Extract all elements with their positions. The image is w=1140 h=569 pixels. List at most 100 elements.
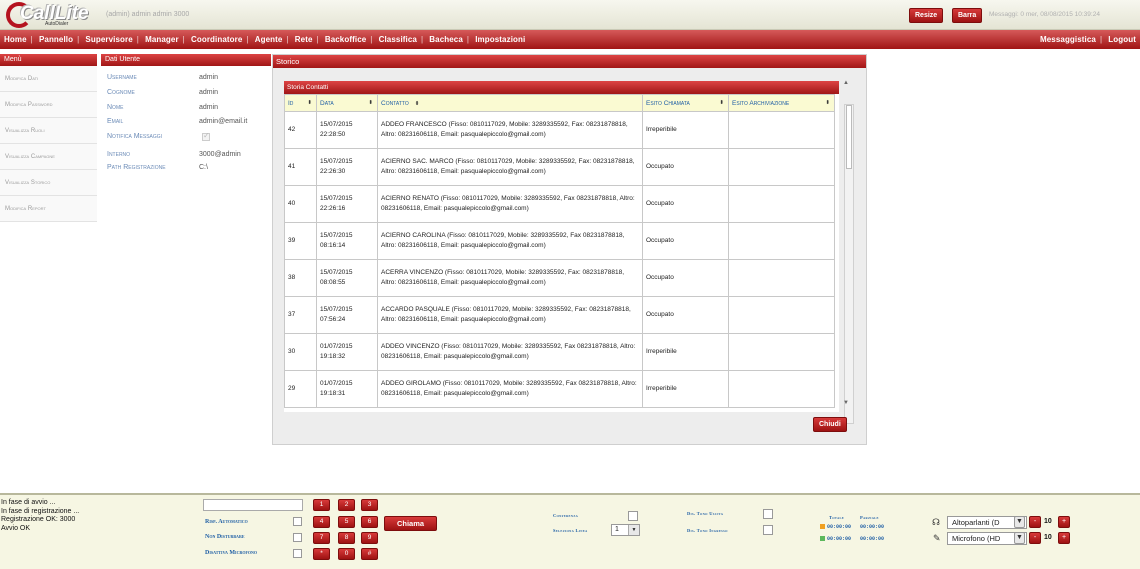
key-7[interactable]: 7 (313, 532, 330, 544)
scroll-down-icon[interactable]: ▼ (843, 400, 849, 406)
disattiva-microfono-checkbox[interactable] (293, 549, 302, 558)
speaker-volume: 10 (1044, 518, 1052, 525)
menu-item-visualizza-storico[interactable]: Visualizza Storico (0, 170, 97, 196)
username-label: Username (107, 74, 137, 81)
nav-bacheca[interactable]: Bacheca (429, 35, 463, 44)
scrollbar-thumb[interactable] (846, 105, 852, 169)
seleziona-linea-label: Seleziona Linea (553, 528, 588, 533)
table-row[interactable]: 30 01/07/2015 19:18:32 ADDEO VINCENZO (Fiss… (284, 333, 835, 371)
speaker-volume-up-button[interactable]: + (1058, 516, 1070, 528)
key-9[interactable]: 9 (361, 532, 378, 544)
notifica-checkbox: ✓ (202, 131, 210, 141)
nav-agente[interactable]: Agente (255, 35, 283, 44)
chiudi-button[interactable]: Chiudi (813, 417, 847, 432)
nav-classifica[interactable]: Classifica (379, 35, 417, 44)
nav-coordinatore[interactable]: Coordinatore (191, 35, 242, 44)
dial-number-input[interactable] (203, 499, 303, 511)
line1-status-icon (820, 524, 825, 529)
conferenza-label: Conferenza (553, 513, 579, 518)
col-esito-archiviazione[interactable]: Esito Archiviazione ⬍ (728, 94, 835, 112)
dis-tono-ingresso-label: Dis. Tono Ingresso (687, 528, 728, 533)
key-hash[interactable]: # (361, 548, 378, 560)
top-bar: CallLite AutoDialer (admin) admin admin … (0, 0, 1140, 30)
nav-logout[interactable]: Logout (1108, 35, 1136, 44)
key-0[interactable]: 0 (338, 548, 355, 560)
line2-status-icon (820, 536, 825, 541)
email-label: Email (107, 118, 124, 125)
interno-label: Interno (107, 151, 131, 158)
risp-automatico-label: Risp. Automatico (205, 519, 248, 525)
key-2[interactable]: 2 (338, 499, 355, 511)
headphones-icon: ☊ (932, 517, 940, 527)
sort-icon: ⬍ (307, 99, 312, 106)
email-value: admin@email.it (199, 118, 248, 125)
key-1[interactable]: 1 (313, 499, 330, 511)
line1-parziale: 00:00:00 (860, 524, 885, 530)
menu-item-visualizza-ruoli[interactable]: Visualizza Ruoli (0, 118, 97, 144)
table-row[interactable]: 37 15/07/2015 07:56:24 ACCARDO PASQUALE (Fi… (284, 296, 835, 334)
menu-title: Menù (0, 54, 97, 66)
user-panel-title: Dati Utente (101, 54, 271, 66)
chevron-down-icon: ▼ (628, 525, 639, 535)
contacts-table-container: Id ⬍ Data ⬍ Contatto ⬍ Esito Chiamata ⬍ Esit… (284, 94, 839, 412)
table-row[interactable]: 41 15/07/2015 22:26:30 ACIERNO SAC. MARCO (… (284, 148, 835, 186)
col-data[interactable]: Data ⬍ (316, 94, 378, 112)
key-star[interactable]: * (313, 548, 330, 560)
nav-supervisore[interactable]: Supervisore (85, 35, 132, 44)
col-contatto[interactable]: Contatto ⬍ (377, 94, 643, 112)
conferenza-checkbox[interactable] (628, 511, 638, 521)
non-disturbare-label: Non Disturbare (205, 534, 245, 540)
nav-backoffice[interactable]: Backoffice (325, 35, 366, 44)
nome-value: admin (199, 104, 219, 111)
table-row[interactable]: 38 15/07/2015 08:08:55 ACERRA VINCENZO (Fis… (284, 259, 835, 297)
key-6[interactable]: 6 (361, 516, 378, 528)
mic-volume-down-button[interactable]: - (1029, 532, 1041, 544)
menu-item-modifica-dati[interactable]: Modifica Dati (0, 66, 97, 92)
notifica-label: Notifica Messaggi (107, 133, 163, 140)
table-scrollbar[interactable] (844, 104, 854, 424)
table-row[interactable]: 29 01/07/2015 19:18:31 ADDEO GIROLAMO (Fiss… (284, 370, 835, 408)
chevron-down-icon[interactable]: ▼ (1014, 516, 1025, 528)
mic-volume-up-button[interactable]: + (1058, 532, 1070, 544)
col-id[interactable]: Id ⬍ (284, 94, 317, 112)
dis-tono-uscita-checkbox[interactable] (763, 509, 773, 519)
menu-item-modifica-password[interactable]: Modifica Password (0, 92, 97, 118)
status-log: In fase di avvio ... In fase di registra… (1, 499, 80, 532)
nav-manager[interactable]: Manager (145, 35, 179, 44)
key-4[interactable]: 4 (313, 516, 330, 528)
non-disturbare-checkbox[interactable] (293, 533, 302, 542)
main-nav: Home | Pannello | Supervisore | Manager | Co… (0, 30, 1140, 49)
key-3[interactable]: 3 (361, 499, 378, 511)
nav-impostazioni[interactable]: Impostazioni (475, 35, 525, 44)
disattiva-microfono-label: Disattiva Microfono (205, 550, 258, 556)
softphone-bar: In fase di avvio ... In fase di registra… (0, 493, 1140, 569)
table-row[interactable]: 42 15/07/2015 22:28:50 ADDEO FRANCESCO (Fis… (284, 111, 835, 149)
col-esito-chiamata[interactable]: Esito Chiamata ⬍ (642, 94, 729, 112)
nav-rete[interactable]: Rete (295, 35, 313, 44)
menu-item-modifica-report[interactable]: Modifica Report (0, 196, 97, 222)
scroll-up-icon[interactable]: ▲ (843, 80, 849, 86)
parziale-label: Parziale (860, 515, 879, 520)
username-value: admin (199, 74, 219, 81)
microphone-icon: ✎ (933, 533, 941, 543)
path-label: Path Registrazione (107, 164, 166, 171)
speaker-volume-down-button[interactable]: - (1029, 516, 1041, 528)
barra-button[interactable]: Barra (952, 8, 983, 23)
key-5[interactable]: 5 (338, 516, 355, 528)
resize-button[interactable]: Resize (909, 8, 944, 23)
table-row[interactable]: 39 15/07/2015 08:16:14 ACIERNO CAROLINA (Fi… (284, 222, 835, 260)
table-row[interactable]: 40 15/07/2015 22:26:16 ACIERNO RENATO (Fiss… (284, 185, 835, 223)
nav-pannello[interactable]: Pannello (39, 35, 73, 44)
key-8[interactable]: 8 (338, 532, 355, 544)
chevron-down-icon[interactable]: ▼ (1014, 532, 1025, 544)
menu-item-visualizza-campagne[interactable]: Visualizza Campagne (0, 144, 97, 170)
cognome-value: admin (199, 89, 219, 96)
nav-home[interactable]: Home (4, 35, 27, 44)
sort-icon: ⬍ (719, 99, 724, 106)
dis-tono-ingresso-checkbox[interactable] (763, 525, 773, 535)
risp-automatico-checkbox[interactable] (293, 517, 302, 526)
nav-messaggistica[interactable]: Messaggistica (1040, 35, 1096, 44)
cognome-label: Cognome (107, 89, 135, 96)
chiama-button[interactable]: Chiama (384, 516, 437, 531)
linea-select[interactable]: 1 ▼ (611, 524, 640, 536)
